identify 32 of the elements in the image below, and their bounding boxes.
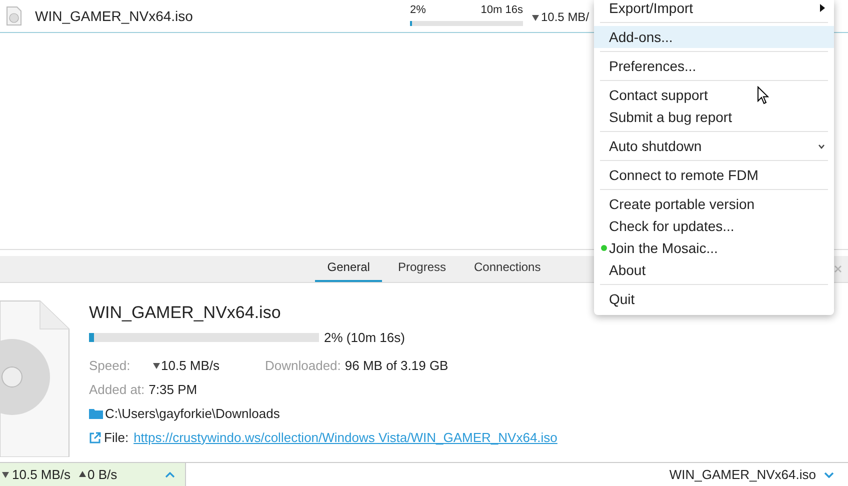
folder-path: C:\Users\gayforkie\Downloads (105, 404, 280, 423)
current-file: WIN_GAMER_NVx64.iso (669, 466, 816, 484)
menu-item[interactable]: Submit a bug report (594, 106, 834, 128)
menu-item[interactable]: Join the Mosaic... (594, 237, 834, 259)
progress-percent: 2% (410, 3, 426, 18)
tab[interactable]: General (315, 258, 382, 282)
menu-item[interactable]: Contact support (594, 84, 834, 106)
upload-speed: 0 B/s (88, 466, 118, 484)
file-name: WIN_GAMER_NVx64.iso (35, 6, 193, 26)
menu-item[interactable]: Add-ons... (594, 26, 834, 48)
field-label: File: (104, 428, 129, 447)
tab[interactable]: Connections (462, 258, 553, 282)
menu-item[interactable]: Connect to remote FDM (594, 164, 834, 186)
progress-text: 2% (10m 16s) (324, 329, 405, 347)
menu-item[interactable]: Create portable version (594, 193, 834, 215)
field-label: Downloaded: (265, 356, 341, 375)
download-speed: 10.5 MB/s (12, 466, 71, 484)
menu-item[interactable]: Export/Import (594, 0, 834, 19)
menu-item[interactable]: Quit (594, 288, 834, 310)
download-speed: 10.5 MB/ (541, 9, 590, 26)
downloaded-value: 96 MB of 3.19 GB (344, 356, 448, 375)
menu-item[interactable]: Preferences... (594, 55, 834, 77)
menu-item[interactable]: Auto shutdown (594, 135, 834, 157)
menu-item[interactable]: About (594, 259, 834, 281)
file-title: WIN_GAMER_NVx64.iso (89, 302, 282, 324)
field-label: Speed: (89, 356, 132, 375)
tab[interactable]: Progress (386, 258, 458, 282)
added-value: 7:35 PM (148, 380, 198, 399)
menu-item[interactable]: Check for updates... (594, 215, 834, 237)
speed-value: 10.5 MB/s (161, 356, 221, 375)
time-remaining: 10m 16s (480, 3, 523, 18)
field-label: Added at: (89, 380, 145, 399)
